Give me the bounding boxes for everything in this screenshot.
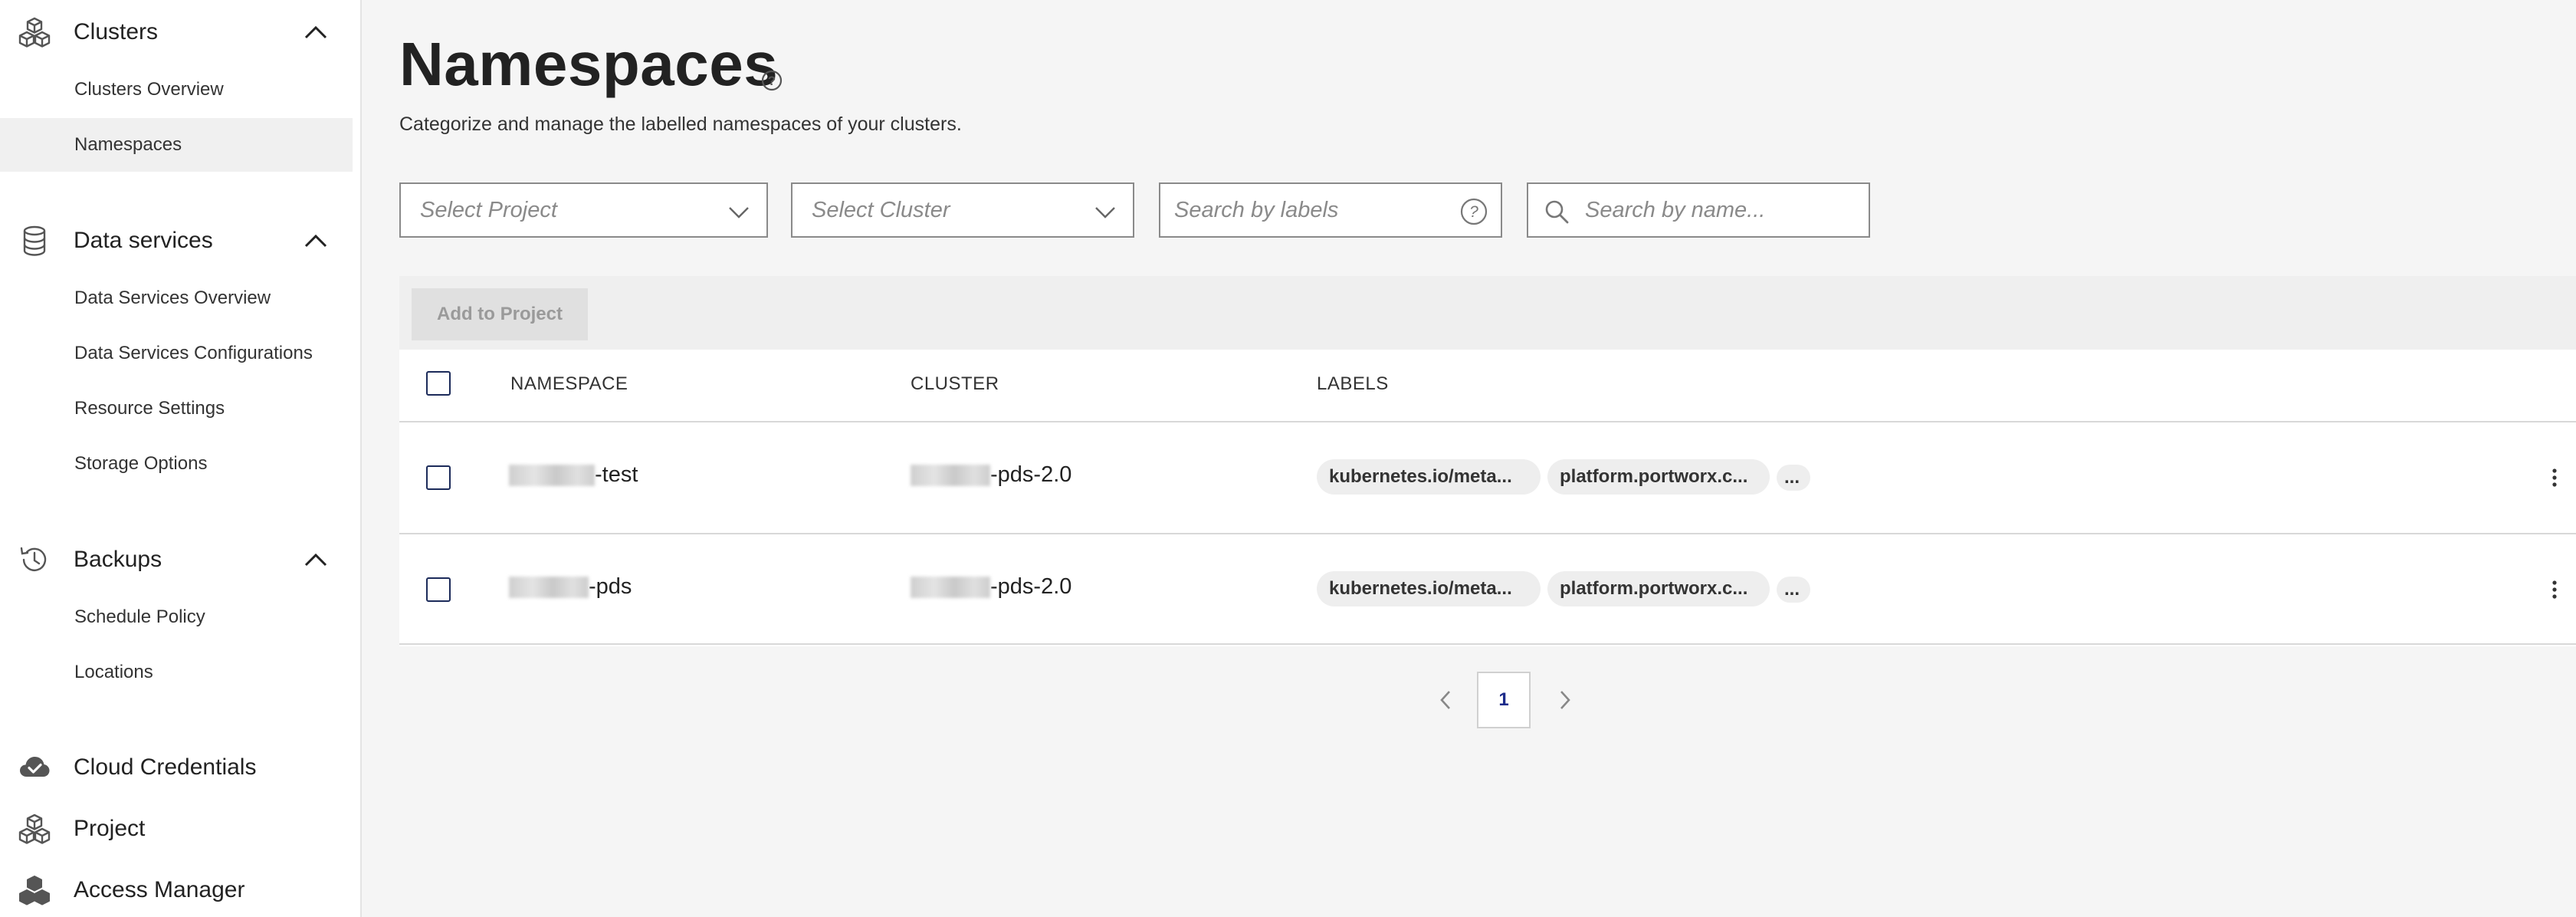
table-row[interactable]: -test -pds-2.0 kubernetes.io/meta... pla…	[399, 421, 2576, 533]
sidebar-item-project[interactable]: Project	[0, 804, 362, 854]
redacted-text	[509, 464, 595, 486]
cubes-icon	[17, 873, 52, 908]
sidebar-item-access-manager[interactable]: Access Manager	[0, 865, 362, 915]
svg-text:?: ?	[1469, 203, 1478, 221]
sidebar-item-data-services-overview[interactable]: Data Services Overview	[0, 271, 353, 325]
sidebar-item-label: Project	[74, 816, 146, 841]
redacted-text	[911, 576, 990, 598]
sidebar-section-data-services[interactable]: Data services	[0, 215, 362, 266]
clusters-icon	[17, 15, 52, 50]
chevron-down-icon	[727, 199, 751, 224]
cubes-icon	[17, 811, 52, 846]
label-chip[interactable]: platform.portworx.c...	[1547, 459, 1770, 495]
add-to-project-button[interactable]: Add to Project	[412, 288, 588, 340]
search-name-placeholder: Search by name...	[1585, 197, 1766, 222]
cluster-name: -pds-2.0	[990, 574, 1072, 599]
namespaces-table: Add to Project NAMESPACE CLUSTER LABELS …	[399, 276, 2576, 646]
sidebar-section-backups[interactable]: Backups	[0, 534, 362, 585]
sidebar-item-label: Cloud Credentials	[74, 754, 257, 780]
history-icon	[17, 542, 52, 577]
search-icon	[1544, 199, 1570, 225]
namespace-name: -test	[595, 462, 638, 487]
sidebar-item-label: Access Manager	[74, 877, 245, 902]
sidebar-item-locations[interactable]: Locations	[0, 646, 353, 699]
kebab-menu-icon[interactable]	[2547, 465, 2562, 490]
sidebar: Clusters Clusters Overview Namespaces Da…	[0, 0, 362, 917]
column-header-cluster[interactable]: CLUSTER	[911, 373, 999, 395]
sidebar-item-cloud-credentials[interactable]: Cloud Credentials	[0, 742, 362, 793]
label-chip[interactable]: kubernetes.io/meta...	[1317, 459, 1541, 495]
chevron-up-icon[interactable]	[300, 544, 331, 575]
table-header: NAMESPACE CLUSTER LABELS	[399, 350, 2576, 418]
redacted-text	[911, 464, 990, 486]
cluster-name: -pds-2.0	[990, 462, 1072, 487]
page-subtitle: Categorize and manage the labelled names…	[399, 113, 962, 135]
namespace-cell: -test	[509, 462, 638, 488]
more-labels-chip[interactable]: ...	[1777, 465, 1810, 491]
page-title: Namespaces	[399, 30, 779, 98]
cloud-check-icon	[17, 750, 52, 785]
sidebar-item-resource-settings[interactable]: Resource Settings	[0, 382, 353, 435]
label-chip[interactable]: kubernetes.io/meta...	[1317, 571, 1541, 606]
chevron-down-icon	[1093, 199, 1117, 224]
row-checkbox[interactable]	[426, 577, 451, 602]
database-icon	[17, 223, 52, 258]
namespace-cell: -pds	[509, 574, 632, 600]
sidebar-item-clusters-overview[interactable]: Clusters Overview	[0, 63, 353, 117]
sidebar-section-label: Data services	[74, 228, 213, 253]
main-content: Namespaces ? Categorize and manage the l…	[363, 0, 2576, 917]
more-labels-chip[interactable]: ...	[1777, 577, 1810, 603]
pagination-page-button[interactable]: 1	[1477, 672, 1531, 728]
search-labels-input[interactable]: Search by labels ?	[1159, 182, 1502, 238]
column-header-namespace[interactable]: NAMESPACE	[510, 373, 628, 395]
svg-text:?: ?	[768, 74, 776, 88]
sidebar-item-schedule-policy[interactable]: Schedule Policy	[0, 590, 353, 644]
help-icon[interactable]: ?	[760, 69, 783, 92]
table-toolbar: Add to Project	[399, 276, 2576, 350]
kebab-menu-icon[interactable]	[2547, 577, 2562, 602]
table-row[interactable]: -pds -pds-2.0 kubernetes.io/meta... plat…	[399, 533, 2576, 645]
select-cluster-placeholder: Select Cluster	[812, 197, 950, 222]
sidebar-item-storage-options[interactable]: Storage Options	[0, 437, 353, 491]
search-name-input[interactable]: Search by name...	[1527, 182, 1870, 238]
select-project-placeholder: Select Project	[420, 197, 557, 222]
cluster-cell: -pds-2.0	[911, 462, 1071, 488]
column-header-labels: LABELS	[1317, 373, 1389, 394]
select-all-checkbox[interactable]	[426, 371, 451, 396]
cluster-cell: -pds-2.0	[911, 574, 1071, 600]
help-icon[interactable]: ?	[1459, 197, 1488, 226]
label-chip[interactable]: platform.portworx.c...	[1547, 571, 1770, 606]
sidebar-section-label: Clusters	[74, 19, 159, 44]
sidebar-section-label: Backups	[74, 547, 162, 572]
sidebar-section-clusters[interactable]: Clusters	[0, 7, 362, 58]
sidebar-item-data-services-configurations[interactable]: Data Services Configurations	[0, 327, 353, 380]
chevron-right-icon[interactable]	[1551, 686, 1579, 714]
select-cluster-dropdown[interactable]: Select Cluster	[791, 182, 1134, 238]
chevron-up-icon[interactable]	[300, 225, 331, 256]
chevron-up-icon[interactable]	[300, 17, 331, 48]
select-project-dropdown[interactable]: Select Project	[399, 182, 768, 238]
row-checkbox[interactable]	[426, 465, 451, 490]
search-labels-placeholder: Search by labels	[1174, 197, 1339, 222]
redacted-text	[509, 576, 589, 598]
sidebar-item-namespaces[interactable]: Namespaces	[0, 118, 353, 172]
namespace-name: -pds	[589, 574, 632, 599]
chevron-left-icon[interactable]	[1432, 686, 1459, 714]
